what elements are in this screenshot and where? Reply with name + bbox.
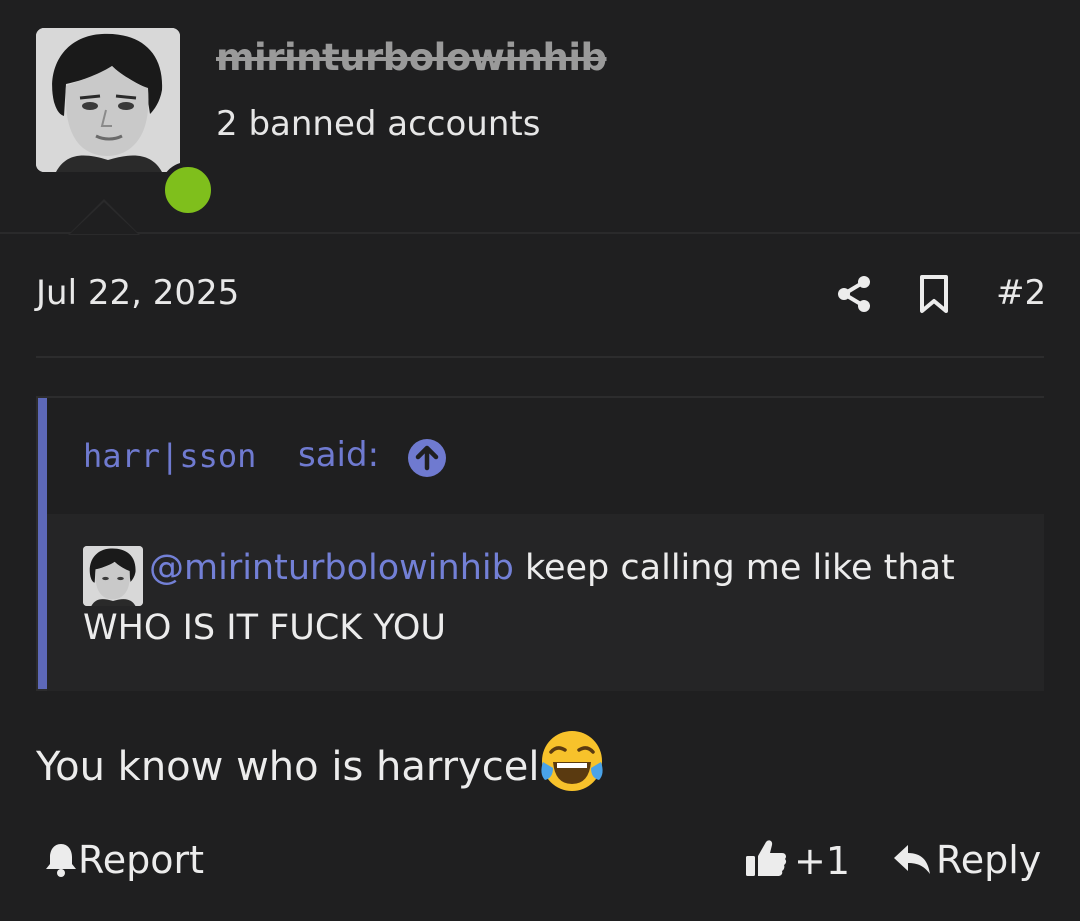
bookmark-button[interactable] [914, 274, 954, 314]
like-count: +1 [794, 839, 851, 883]
bookmark-icon [920, 275, 948, 313]
reply-label: Reply [936, 838, 1042, 882]
quote-header: harr|sson said: [47, 398, 1044, 514]
bell-icon [46, 844, 76, 877]
share-icon [838, 276, 870, 312]
quote-line-2: WHO IS IT FUCK YOU [83, 608, 446, 648]
quote-line-1: @mirinturbolowinhib keep calling me like… [149, 548, 955, 588]
arrow-up-circle-icon [408, 439, 446, 477]
mention-avatar[interactable] [83, 546, 143, 606]
online-status-indicator [160, 162, 216, 218]
like-button[interactable]: +1 [744, 838, 850, 883]
reply-button[interactable]: Reply [892, 838, 1041, 882]
quote-said-label: said: [298, 435, 380, 475]
thumbs-up-icon [746, 840, 787, 876]
quote-accent-bar [38, 398, 47, 689]
quote-line-1-text: keep calling me like that [513, 548, 955, 588]
meta-divider [36, 356, 1044, 358]
header-divider [0, 232, 1080, 234]
user-mention-link[interactable]: @mirinturbolowinhib [149, 548, 514, 588]
user-title: 2 banned accounts [216, 104, 541, 144]
header-pointer-inner [70, 202, 138, 234]
post-message: You know who is harrycel [36, 728, 605, 794]
face-with-tears-of-joy-icon [541, 731, 604, 791]
quote-content: @mirinturbolowinhib keep calling me like… [47, 514, 1044, 691]
avatar[interactable] [36, 28, 180, 172]
username-link[interactable]: mirinturbolowinhib [216, 36, 607, 79]
post-number-link[interactable]: #2 [996, 273, 1046, 313]
report-label: Report [78, 838, 204, 882]
post-user-header: mirinturbolowinhib 2 banned accounts [0, 0, 1080, 233]
report-button[interactable]: Report [44, 838, 204, 882]
reply-arrow-icon [894, 845, 930, 874]
post-message-text: You know who is harrycel [36, 744, 540, 790]
user-avatar-wrap[interactable] [36, 28, 216, 218]
quote-block: harr|sson said: @mirinturbolowinhib keep… [36, 396, 1044, 691]
jump-to-quote-button[interactable] [407, 438, 447, 478]
quote-author[interactable]: harr|sson [83, 437, 256, 475]
post-date[interactable]: Jul 22, 2025 [36, 273, 239, 313]
share-button[interactable] [834, 274, 874, 314]
